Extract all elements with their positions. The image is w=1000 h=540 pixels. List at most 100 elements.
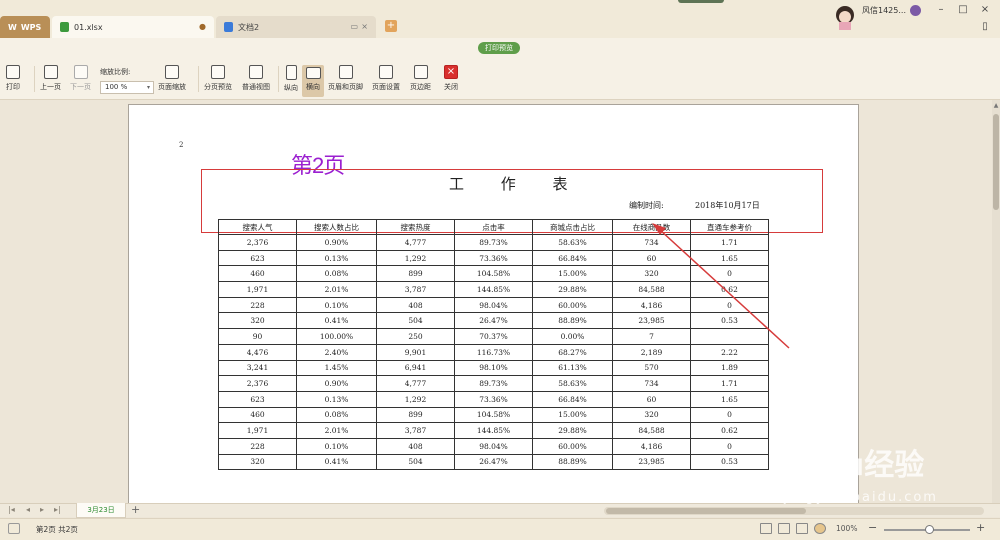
table-cell: 3,241 — [218, 359, 297, 377]
button-label: 页面设置 — [372, 83, 400, 91]
eye-protection-icon[interactable] — [814, 523, 826, 534]
document-icon — [224, 22, 233, 32]
table-cell: 60 — [612, 249, 691, 267]
spreadsheet-icon — [60, 22, 69, 32]
prev-sheet-icon[interactable]: ◂ — [26, 505, 30, 514]
user-area[interactable]: 风信1425... — [832, 0, 921, 30]
table-body: 2,376 0.90% 4,777 89.73% 58.63% 734 1.71 623 0.1… — [218, 234, 769, 471]
landscape-button[interactable]: 横向 — [302, 65, 324, 97]
zoom-in-icon[interactable]: + — [976, 521, 985, 534]
next-sheet-icon[interactable]: ▸ — [40, 505, 44, 514]
button-label: 分页预览 — [204, 83, 232, 91]
vertical-scrollbar[interactable]: ▲ — [992, 100, 1000, 503]
table-cell: 84,588 — [612, 281, 691, 298]
table-cell: 320 — [218, 453, 297, 471]
maximize-icon[interactable]: □ — [956, 4, 970, 15]
chevron-down-icon: ▾ — [146, 84, 150, 91]
horizontal-scrollbar[interactable] — [604, 507, 984, 515]
next-page-button[interactable]: 下一页 — [70, 65, 91, 97]
table-cell — [690, 328, 769, 345]
close-preview-button[interactable]: × 关闭 — [444, 65, 458, 97]
new-tab-button[interactable]: + — [385, 20, 397, 32]
normal-view-icon[interactable] — [760, 523, 772, 534]
table-cell: 0.62 — [690, 281, 769, 298]
table-cell: 88.89% — [532, 312, 613, 330]
table-cell: 0.41% — [296, 453, 377, 471]
table-cell: 2,376 — [218, 234, 297, 251]
table-row: 623 0.13% 1,292 73.36% 66.84% 60 1.65 — [218, 249, 769, 267]
button-label: 页眉和页脚 — [328, 83, 363, 91]
monitor-icon[interactable]: ▭ — [350, 22, 358, 31]
table-cell: 68.27% — [532, 343, 613, 361]
table-cell: 0.41% — [296, 312, 377, 330]
tab-file-doc[interactable]: 文档2 ▭ × — [216, 16, 376, 38]
table-header-row: 搜索人气 搜索人数占比 搜索热度 点击率 商城点击占比 在线商品数 直通车参考价 — [218, 219, 769, 235]
portrait-button[interactable]: 纵向 — [284, 65, 298, 97]
button-label: 横向 — [306, 83, 320, 91]
table-cell: 0.00% — [532, 328, 613, 345]
table-cell: 1,971 — [218, 281, 297, 298]
wps-logo-icon: W — [8, 22, 17, 32]
zoom-slider-thumb[interactable] — [925, 525, 934, 534]
add-sheet-button[interactable]: + — [131, 503, 140, 516]
table-cell: 98.04% — [454, 437, 533, 455]
table-cell: 70.37% — [454, 328, 533, 345]
table-cell: 320 — [612, 406, 691, 424]
scroll-up-icon[interactable]: ▲ — [992, 102, 1000, 109]
table-cell: 58.63% — [532, 375, 613, 392]
table-cell: 73.36% — [454, 249, 533, 267]
header-footer-button[interactable]: 页眉和页脚 — [328, 65, 363, 97]
table-cell: 89.73% — [454, 375, 533, 392]
zoom-select[interactable]: 100 % ▾ — [100, 81, 154, 94]
table-row: 228 0.10% 408 98.04% 60.00% 4,186 0 — [218, 437, 769, 455]
toolbar-divider — [34, 66, 35, 92]
close-window-icon[interactable]: × — [978, 4, 992, 15]
table-cell: 734 — [612, 234, 691, 251]
table-cell: 2.40% — [296, 343, 377, 361]
avatar[interactable] — [832, 4, 858, 30]
normal-view-button[interactable]: 普通视图 — [242, 65, 270, 97]
table-cell: 60.00% — [532, 437, 613, 455]
table-cell: 408 — [376, 296, 455, 314]
button-label: 普通视图 — [242, 83, 270, 91]
portrait-icon — [285, 65, 297, 80]
profile-icon[interactable] — [910, 4, 921, 16]
scrollbar-thumb[interactable] — [606, 508, 806, 514]
page-layout-icon[interactable] — [778, 523, 790, 534]
table-cell: 460 — [218, 265, 297, 283]
first-sheet-icon[interactable]: |◂ — [8, 505, 15, 514]
status-bar: 第2页 共2页 100% − + — [0, 518, 1000, 540]
table-cell: 23,985 — [612, 312, 691, 330]
page-info: 第2页 共2页 — [36, 525, 78, 534]
print-button[interactable]: 打印 — [6, 65, 20, 97]
zoom-out-icon[interactable]: − — [868, 521, 877, 534]
sheet-tab[interactable]: 3月23日 — [76, 503, 126, 518]
unsaved-dot-icon[interactable]: ● — [199, 22, 206, 31]
last-sheet-icon[interactable]: ▸| — [54, 505, 61, 514]
prev-page-button[interactable]: 上一页 — [40, 65, 61, 97]
preview-workspace[interactable]: 2 第2页 工 作 表 编制时间: 2018年10月17日 搜索人气 搜索人数占… — [0, 100, 992, 504]
table-cell: 408 — [376, 437, 455, 455]
toolbar-divider — [198, 66, 199, 92]
table-cell: 73.36% — [454, 390, 533, 408]
tab-file-xlsx[interactable]: 01.xlsx ● — [52, 16, 214, 38]
window-drag-handle[interactable] — [678, 0, 724, 3]
page-break-preview-button[interactable]: 分页预览 — [204, 65, 232, 97]
close-icon[interactable]: × — [361, 22, 368, 31]
mode-badge: 打印预览 — [478, 42, 520, 54]
tab-wps-home[interactable]: W WPS — [0, 16, 50, 38]
table-cell: 60 — [612, 390, 691, 408]
printer-icon — [6, 65, 20, 79]
scrollbar-thumb[interactable] — [993, 114, 999, 210]
page-scale-button[interactable]: 页面缩放 — [158, 65, 186, 97]
column-header: 商城点击占比 — [532, 219, 613, 235]
sidebar-toggle-icon[interactable]: ▯ — [978, 21, 992, 32]
page-break-view-icon[interactable] — [796, 523, 808, 534]
table-cell: 0.13% — [296, 249, 377, 267]
page-setup-button[interactable]: 页面设置 — [372, 65, 400, 97]
table-cell: 0 — [690, 406, 769, 424]
macro-icon[interactable] — [8, 523, 20, 534]
margins-button[interactable]: 页边距 — [410, 65, 431, 97]
minimize-icon[interactable]: – — [934, 4, 948, 15]
table-cell: 98.10% — [454, 359, 533, 377]
